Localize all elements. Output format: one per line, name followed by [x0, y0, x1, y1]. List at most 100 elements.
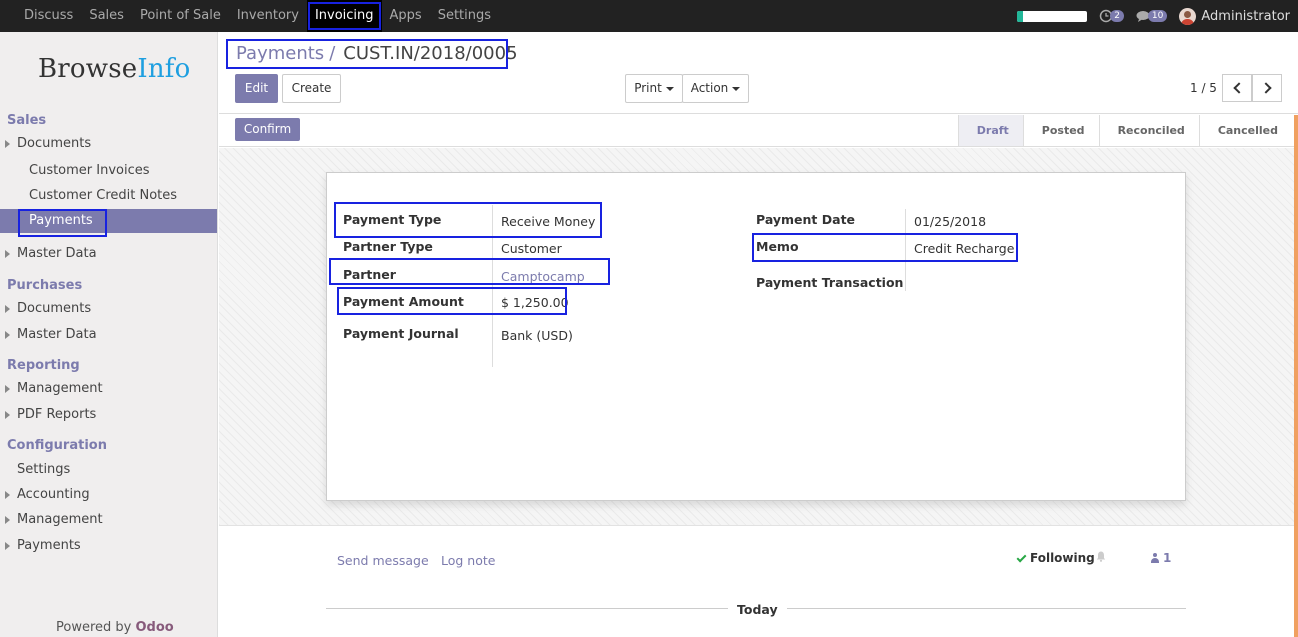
pager-value[interactable]: 1 / 5 [1190, 81, 1217, 95]
sidebar-item-config-management[interactable]: Management [0, 508, 217, 532]
status-step-reconciled[interactable]: Reconciled [1098, 115, 1199, 146]
form-statusbar: Confirm Draft Posted Reconciled Cancelle… [219, 115, 1298, 147]
breadcrumb: Payments / CUST.IN/2018/0005 [226, 39, 518, 69]
sidebar-item-customer-credit-notes[interactable]: Customer Credit Notes [0, 184, 217, 208]
sidebar-item-settings[interactable]: Settings [0, 458, 217, 482]
sidebar-item-label: Management [17, 512, 103, 527]
sidebar-item-reporting-management[interactable]: Management [0, 377, 217, 401]
status-step-draft[interactable]: Draft [957, 115, 1023, 146]
breadcrumb-current: CUST.IN/2018/0005 [343, 43, 518, 64]
section-purchases: Purchases [7, 278, 83, 293]
payment-journal-label: Payment Journal [343, 326, 459, 341]
sidebar-item-label: Master Data [17, 327, 97, 342]
sidebar: BrowseInfo Sales Documents Customer Invo… [0, 32, 218, 637]
caret-right-icon [5, 411, 10, 419]
top-navbar: Discuss Sales Point of Sale Inventory In… [0, 0, 1298, 32]
messaging-button[interactable]: 10 [1136, 10, 1168, 23]
action-dropdown[interactable]: Action [682, 74, 749, 103]
app-menu: Discuss Sales Point of Sale Inventory In… [0, 0, 499, 32]
sidebar-item-label: Documents [17, 301, 92, 316]
user-name: Administrator [1201, 8, 1290, 24]
highlight-box [18, 209, 107, 237]
progress-fill [1017, 10, 1023, 22]
sidebar-item-label: Payments [17, 538, 81, 553]
today-separator: Today [728, 602, 787, 617]
logo-part2: Info [137, 54, 191, 84]
menu-sales[interactable]: Sales [81, 0, 132, 32]
sidebar-item-pdf-reports[interactable]: PDF Reports [0, 403, 217, 427]
user-icon [1151, 553, 1159, 563]
highlight-box [307, 2, 381, 30]
menu-discuss[interactable]: Discuss [0, 0, 81, 32]
print-dropdown[interactable]: Print [625, 74, 683, 103]
status-step-posted[interactable]: Posted [1022, 115, 1099, 146]
section-configuration: Configuration [7, 438, 107, 453]
onboarding-progress-bar[interactable] [1017, 10, 1088, 22]
breadcrumb-payments-link[interactable]: Payments [236, 43, 324, 64]
payment-journal-value[interactable]: Bank (USD) [501, 328, 573, 343]
log-note-link[interactable]: Log note [441, 553, 495, 568]
sidebar-item-label: Customer Credit Notes [29, 188, 178, 203]
sidebar-item-payments[interactable]: Payments [0, 209, 217, 237]
sidebar-item-sales-master-data[interactable]: Master Data [0, 242, 217, 266]
chevron-right-icon [1259, 82, 1272, 94]
payment-date-label: Payment Date [756, 212, 856, 227]
caret-right-icon [5, 542, 10, 550]
powered-by-text: Powered by [56, 620, 132, 635]
sidebar-item-label: Master Data [17, 246, 97, 261]
menu-point-of-sale[interactable]: Point of Sale [132, 0, 229, 32]
sidebar-item-customer-invoices[interactable]: Customer Invoices [0, 159, 217, 183]
highlight-box [337, 287, 567, 315]
create-button[interactable]: Create [282, 74, 341, 103]
menu-invoicing[interactable]: Invoicing [306, 0, 382, 32]
caret-right-icon [5, 491, 10, 499]
avatar [1179, 7, 1197, 25]
sidebar-item-sales-documents[interactable]: Documents [0, 132, 217, 156]
activity-count-badge: 2 [1110, 10, 1124, 22]
payment-date-value[interactable]: 01/25/2018 [914, 214, 986, 229]
sidebar-item-label: Management [17, 381, 103, 396]
caret-right-icon [5, 250, 10, 258]
followers-button[interactable]: 1 [1151, 551, 1171, 565]
caret-right-icon [5, 331, 10, 339]
section-sales: Sales [7, 113, 47, 128]
status-steps: Draft Posted Reconciled Cancelled [957, 115, 1292, 146]
sidebar-item-label: Customer Invoices [29, 163, 150, 178]
pager-next-button[interactable] [1252, 74, 1282, 102]
menu-inventory[interactable]: Inventory [229, 0, 307, 32]
systray: 2 10 Administrator [1017, 0, 1290, 32]
section-reporting: Reporting [7, 358, 80, 373]
followers-count: 1 [1163, 551, 1172, 565]
activity-button[interactable]: 2 [1099, 9, 1124, 23]
caret-right-icon [5, 516, 10, 524]
following-label: Following [1030, 551, 1095, 565]
confirm-button[interactable]: Confirm [235, 118, 300, 141]
highlight-box [334, 202, 602, 238]
sidebar-item-label: Documents [17, 136, 92, 151]
bell-icon[interactable] [1096, 551, 1106, 562]
edit-button[interactable]: Edit [235, 74, 278, 103]
check-icon [1016, 552, 1027, 562]
menu-settings[interactable]: Settings [430, 0, 499, 32]
caret-right-icon [5, 385, 10, 393]
partner-type-value[interactable]: Customer [501, 241, 562, 256]
send-message-link[interactable]: Send message [337, 553, 429, 568]
company-logo[interactable]: BrowseInfo [38, 54, 190, 84]
highlight-box [752, 233, 1018, 262]
user-menu[interactable]: Administrator [1179, 7, 1290, 25]
sidebar-item-config-payments[interactable]: Payments [0, 534, 217, 558]
right-edge-bar [1294, 115, 1298, 637]
breadcrumb-separator: / [329, 43, 336, 64]
sidebar-item-label: PDF Reports [17, 407, 97, 422]
powered-by: Powered by Odoo [56, 620, 174, 635]
sidebar-item-label: Settings [17, 462, 71, 477]
pager-previous-button[interactable] [1222, 74, 1252, 102]
odoo-link[interactable]: Odoo [136, 620, 174, 635]
status-step-cancelled[interactable]: Cancelled [1198, 115, 1292, 146]
menu-apps[interactable]: Apps [382, 0, 430, 32]
sidebar-item-purchases-master-data[interactable]: Master Data [0, 323, 217, 347]
highlight-box [329, 258, 610, 285]
sidebar-item-purchases-documents[interactable]: Documents [0, 297, 217, 321]
sidebar-item-accounting[interactable]: Accounting [0, 483, 217, 507]
following-button[interactable]: Following [1016, 551, 1095, 565]
